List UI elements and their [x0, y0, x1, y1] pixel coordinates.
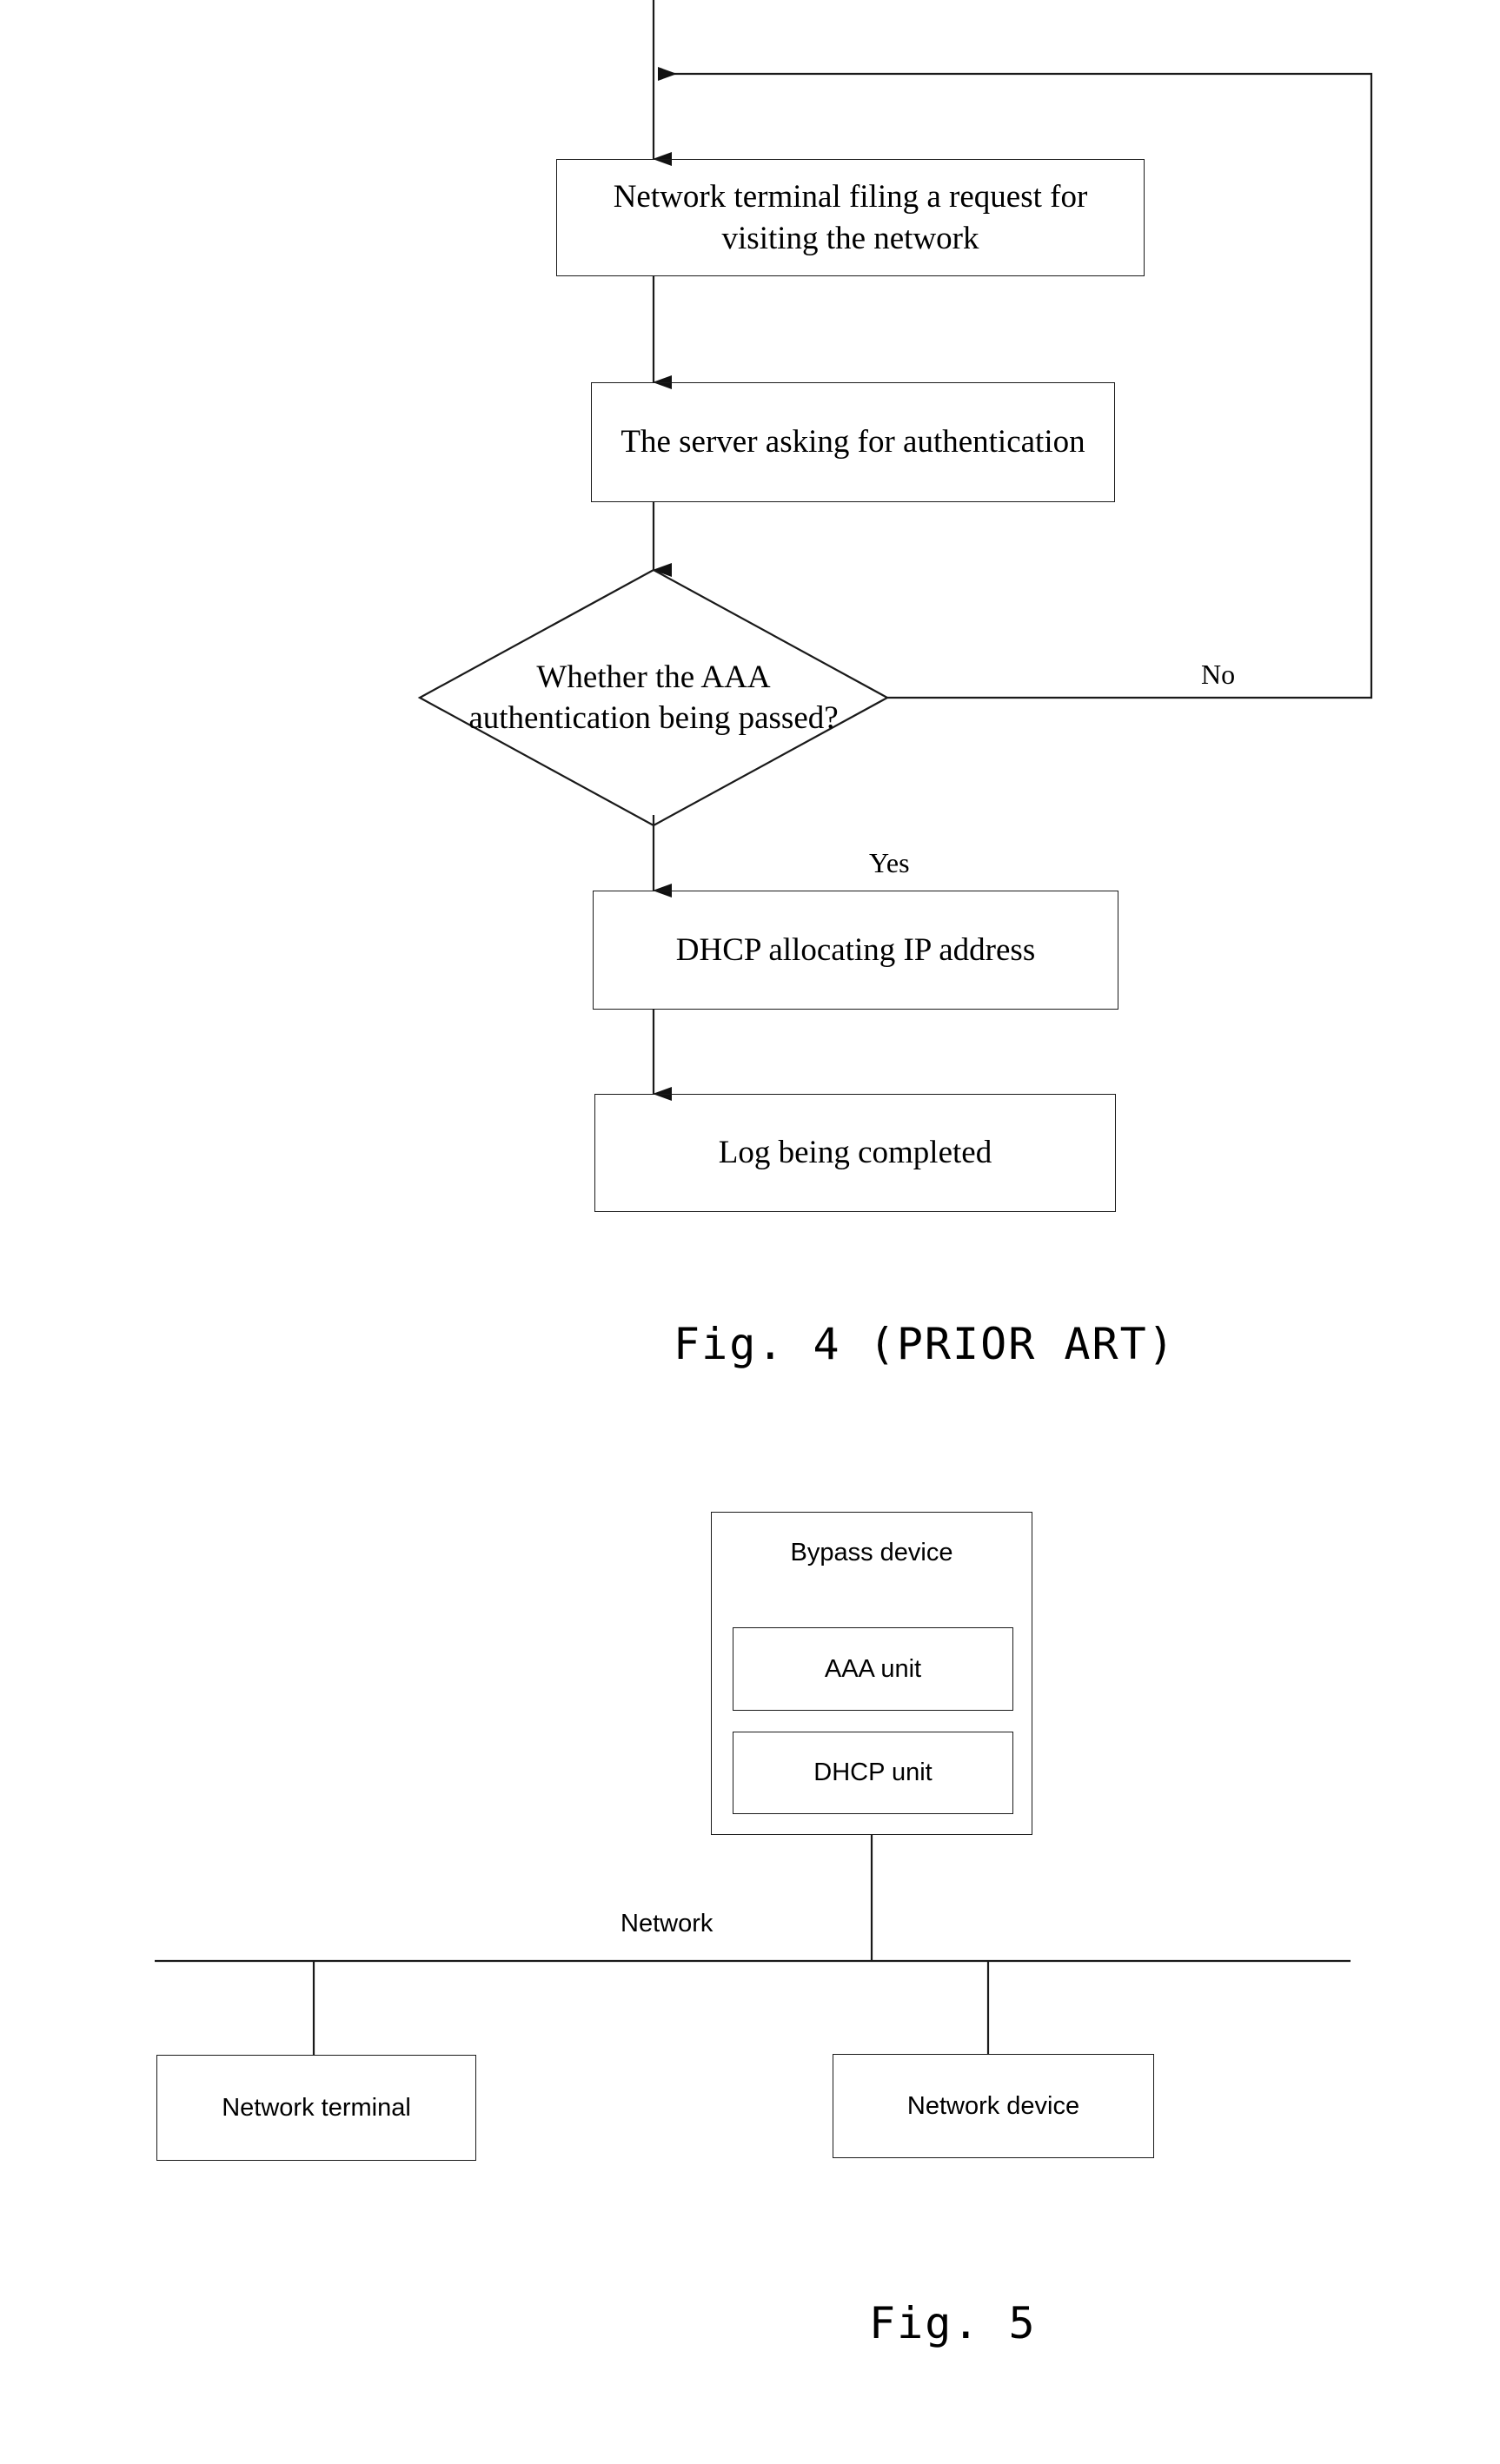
flow-node-dhcp-allocating-ip: DHCP allocating IP address — [593, 891, 1118, 1010]
block-dhcp-unit-label: DHCP unit — [813, 1759, 933, 1786]
patent-drawing-sheet: Network terminal filing a request for vi… — [0, 0, 1500, 2464]
block-dhcp-unit: DHCP unit — [733, 1732, 1013, 1814]
edge-label-yes: Yes — [869, 847, 910, 878]
edge-label-no: No — [1201, 659, 1236, 690]
flow-node-server-authentication: The server asking for authentication — [591, 382, 1115, 502]
flow-node-network-terminal-request: Network terminal filing a request for vi… — [556, 159, 1145, 276]
flow-node-label: Network terminal filing a request for vi… — [613, 179, 1088, 256]
flow-node-label: The server asking for authentication — [621, 424, 1085, 460]
block-network-device: Network device — [833, 2054, 1154, 2158]
flow-node-label: DHCP allocating IP address — [675, 931, 1036, 968]
flow-node-label-line2: authentication being passed? — [468, 700, 839, 737]
block-network-terminal: Network terminal — [156, 2055, 476, 2161]
network-bus-label: Network — [621, 1910, 713, 1937]
block-network-device-label: Network device — [906, 2091, 1080, 2120]
flow-node-label: Log being completed — [718, 1135, 992, 1171]
block-aaa-unit: AAA unit — [733, 1627, 1013, 1711]
figure-caption-fig4: Fig. 4 (PRIOR ART) — [674, 1319, 1176, 1369]
flow-node-log-completed: Log being completed — [594, 1094, 1116, 1212]
flow-node-aaa-decision: Whether the AAA authentication being pas… — [420, 657, 887, 739]
block-aaa-unit-label: AAA unit — [824, 1654, 922, 1683]
block-network-terminal-label: Network terminal — [222, 2093, 411, 2122]
figure-caption-fig5: Fig. 5 — [869, 2298, 1037, 2348]
flow-node-label-line1: Whether the AAA — [536, 659, 771, 695]
block-bypass-device-title: Bypass device — [790, 1539, 953, 1566]
